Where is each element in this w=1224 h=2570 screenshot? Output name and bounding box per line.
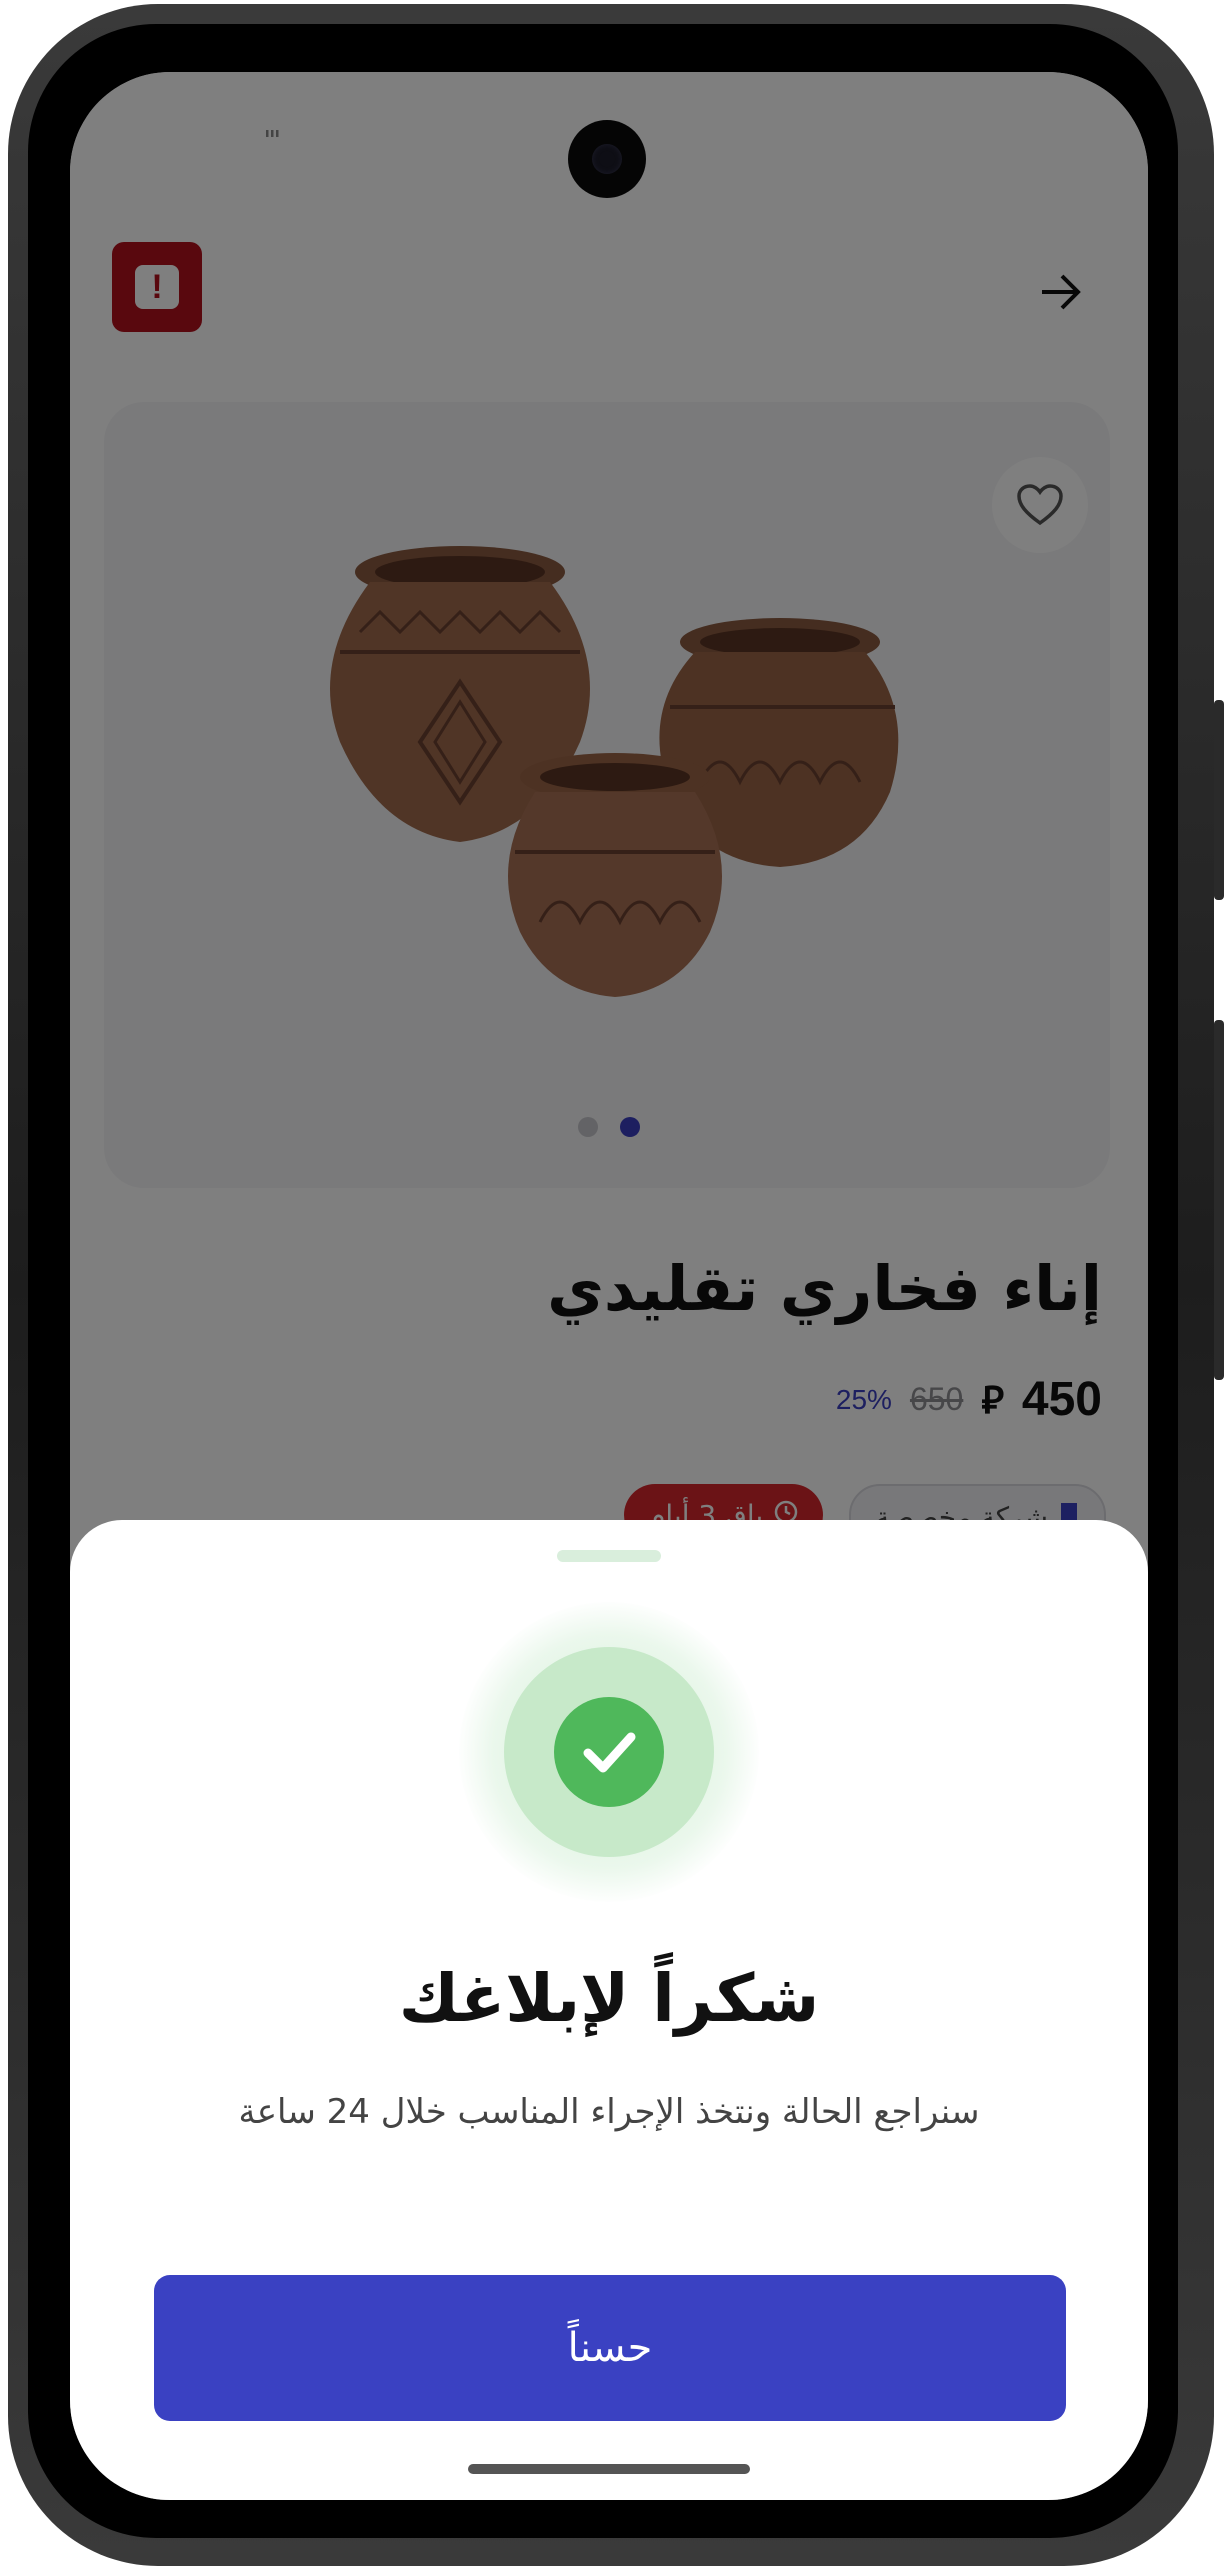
sheet-subtitle: سنراجع الحالة ونتخذ الإجراء المناسب خلال… xyxy=(238,2092,980,2132)
success-bottom-sheet: شكراً لإبلاغك سنراجع الحالة ونتخذ الإجرا… xyxy=(70,1520,1148,2500)
home-indicator[interactable] xyxy=(468,2464,750,2474)
device: 4:42 ! xyxy=(0,0,1224,2570)
side-button-volume xyxy=(1214,1020,1224,1380)
ok-button[interactable]: حسناً xyxy=(154,2275,1066,2421)
check-circle-icon xyxy=(554,1697,664,1807)
side-button-power xyxy=(1214,700,1224,900)
screen: 4:42 ! xyxy=(70,72,1148,2500)
sheet-title: شكراً لإبلاغك xyxy=(398,1960,820,2037)
sheet-drag-handle[interactable] xyxy=(557,1550,661,1562)
